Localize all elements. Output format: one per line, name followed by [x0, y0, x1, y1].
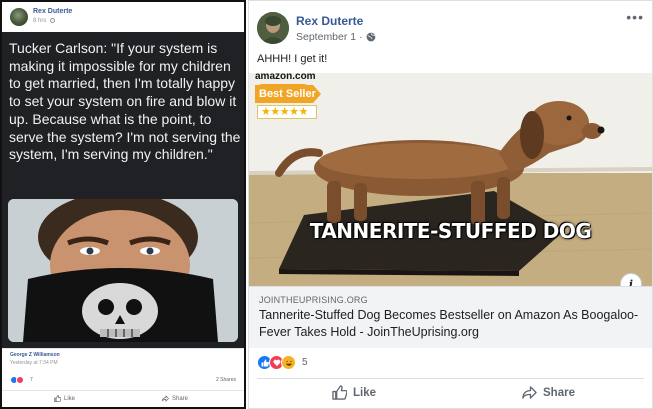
reaction-icons[interactable] — [10, 376, 28, 384]
shared-from: George Z Williamson Yesterday at 7:34 PM — [2, 348, 244, 370]
share-arrow-icon — [522, 386, 537, 399]
share-label: Share — [172, 395, 189, 402]
amazon-logo: amazon.com — [255, 73, 316, 82]
share-button[interactable]: Share — [162, 395, 188, 402]
post-meta: September 1 · — [296, 31, 376, 43]
right-post: Rex Duterte September 1 · ••• AHHH! I ge… — [248, 0, 653, 409]
share-count[interactable]: 2 Shares — [216, 377, 236, 383]
stars-icon: ★★★★★ — [261, 106, 308, 118]
left-post: Rex Duterte 8 hrs Tucker Carlson: "If yo… — [0, 0, 246, 409]
like-button[interactable]: Like — [332, 385, 376, 400]
avatar[interactable] — [257, 12, 289, 44]
masked-man-image — [8, 199, 238, 342]
globe-icon — [50, 18, 56, 23]
best-seller-badge: Best Seller — [255, 85, 321, 103]
thumbs-up-icon — [332, 385, 347, 400]
star-rating: ★★★★★ — [257, 105, 317, 119]
post-date[interactable]: September 1 — [296, 31, 356, 43]
globe-icon[interactable] — [366, 32, 376, 42]
haha-reaction-icon — [281, 355, 296, 370]
quote-photo[interactable] — [8, 199, 238, 342]
like-label: Like — [353, 386, 377, 399]
post-actions: Like Share — [257, 378, 644, 408]
link-title[interactable]: Tannerite-Stuffed Dog Becomes Bestseller… — [259, 307, 644, 341]
post-stats: 5 — [249, 348, 652, 378]
avatar[interactable] — [10, 8, 28, 26]
meta-separator: · — [359, 31, 363, 43]
share-label: Share — [543, 386, 575, 399]
post-actions: Like Share — [2, 390, 244, 407]
like-label: Like — [64, 395, 76, 402]
link-preview-image[interactable]: amazon.com Best Seller ★★★★★ TANNERITE-S… — [249, 73, 652, 286]
link-preview-meta[interactable]: JOINTHEUPRISING.ORG Tannerite-Stuffed Do… — [249, 286, 652, 348]
share-button[interactable]: Share — [522, 385, 575, 400]
post-time[interactable]: 8 hrs — [33, 18, 56, 25]
link-domain: JOINTHEUPRISING.ORG — [259, 295, 368, 305]
image-caption: TANNERITE-STUFFED DOG — [309, 219, 592, 243]
profile-photo — [257, 12, 289, 44]
like-button[interactable]: Like — [54, 395, 75, 402]
shared-from-name[interactable]: George Z Williamson — [10, 352, 60, 358]
love-reaction-icon — [16, 376, 24, 384]
author-name[interactable]: Rex Duterte — [296, 14, 363, 28]
thumbs-up-icon — [54, 395, 61, 402]
left-post-header: Rex Duterte 8 hrs — [2, 2, 244, 32]
shared-quote-card: Tucker Carlson: "If your system is makin… — [2, 32, 244, 348]
reaction-count[interactable]: 7 — [30, 377, 33, 383]
share-arrow-icon — [162, 395, 169, 402]
reaction-icons[interactable] — [257, 355, 299, 371]
post-time-text: 8 hrs — [33, 18, 47, 25]
more-options-button[interactable]: ••• — [626, 9, 644, 25]
reaction-count[interactable]: 5 — [302, 357, 308, 368]
post-text: AHHH! I get it! — [257, 53, 328, 65]
best-seller-label: Best Seller — [259, 88, 316, 100]
post-stats: 7 2 Shares — [2, 370, 244, 390]
quote-text: Tucker Carlson: "If your system is makin… — [9, 40, 241, 163]
shared-from-time[interactable]: Yesterday at 7:34 PM — [10, 360, 58, 366]
author-name[interactable]: Rex Duterte — [33, 8, 72, 15]
